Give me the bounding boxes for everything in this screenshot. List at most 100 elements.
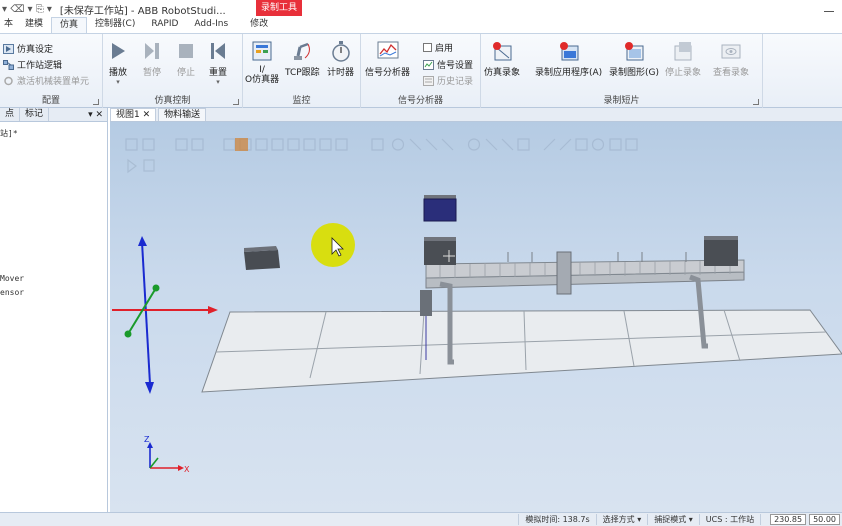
enable-checkbox[interactable]: 启用 bbox=[423, 41, 453, 54]
product-box-end[interactable] bbox=[704, 236, 738, 266]
view-record-button[interactable]: 查看录象 bbox=[713, 40, 749, 78]
panel-tab-paths[interactable]: 点 bbox=[0, 108, 21, 121]
tab-rapid[interactable]: RAPID bbox=[143, 17, 186, 33]
group-label-config: 配置 bbox=[41, 96, 60, 106]
group-record: 仿真录象 录制应用程序(A) 录制图形(G) 停止录象 查看录象 录制短片 bbox=[481, 34, 763, 108]
snap-mode[interactable]: 捕捉模式 ▾ bbox=[647, 514, 699, 525]
layout-panel-header: 点 标记 ▾ ✕ bbox=[0, 108, 107, 122]
film-record-icon bbox=[493, 42, 512, 61]
ribbon-tabs: 本 建模 仿真 控制器(C) RAPID Add-Ins 修改 bbox=[0, 17, 842, 34]
stop-record-icon bbox=[674, 42, 692, 61]
coordinate-x: 230.85 bbox=[770, 514, 807, 525]
station-logic-button[interactable]: 工作站逻辑 bbox=[3, 58, 62, 71]
tree-item-station[interactable]: 站]* bbox=[0, 128, 18, 139]
stopwatch-icon bbox=[331, 41, 350, 62]
pause-button[interactable]: 暂停 bbox=[141, 40, 163, 78]
stop-record-button[interactable]: 停止录象 bbox=[665, 40, 701, 78]
group-config: 仿真设定 工作站逻辑 激活机械装置单元 配置 bbox=[0, 34, 103, 108]
signal-chart-icon bbox=[377, 41, 398, 59]
tab-modify[interactable]: 修改 bbox=[242, 17, 276, 33]
play-icon bbox=[112, 43, 125, 59]
status-bar: 模拟时间: 138.7s 选择方式 ▾ 捕捉模式 ▾ UCS : 工作站 230… bbox=[0, 512, 842, 526]
coordinate-frame[interactable] bbox=[112, 236, 218, 394]
3d-viewport: 视图1 ✕ 物料输送 Z X bbox=[110, 108, 842, 512]
reset-icon bbox=[211, 43, 225, 59]
group-signal-analyzer: 信号分析器 启用 信号设置 历史记录 信号分析器 bbox=[361, 34, 481, 108]
product-box-start[interactable] bbox=[424, 237, 456, 265]
station-logic-icon bbox=[3, 59, 14, 70]
signal-analyzer-button[interactable]: 信号分析器 bbox=[365, 40, 410, 78]
robot-arm-icon bbox=[294, 42, 311, 60]
group-label-monitor: 监控 bbox=[292, 96, 311, 106]
sim-record-button[interactable]: 仿真录象 bbox=[484, 40, 520, 78]
scene-graphics[interactable]: Z X bbox=[110, 122, 842, 512]
world-axes-indicator: Z X bbox=[144, 435, 190, 474]
reset-button[interactable]: 重置 ▾ bbox=[207, 40, 229, 86]
tcp-trace-button[interactable]: TCP跟踪 bbox=[285, 40, 320, 78]
close-icon[interactable]: ✕ bbox=[143, 110, 151, 120]
sim-control-dialog-launcher[interactable] bbox=[233, 99, 239, 105]
tree-item-sensor[interactable]: ensor bbox=[0, 288, 24, 297]
tree-item-mover[interactable]: Mover bbox=[0, 274, 24, 283]
group-label-record: 录制短片 bbox=[603, 96, 640, 106]
selection-mode[interactable]: 选择方式 ▾ bbox=[595, 514, 648, 525]
tab-view1[interactable]: 视图1 ✕ bbox=[110, 108, 157, 121]
ribbon: 仿真设定 工作站逻辑 激活机械装置单元 配置 播放 ▾ 暂停 停止 重置 ▾ 仿… bbox=[0, 34, 842, 108]
record-dialog-launcher[interactable] bbox=[753, 99, 759, 105]
group-sim-control: 播放 ▾ 暂停 停止 重置 ▾ 仿真控制 bbox=[103, 34, 243, 108]
history-button[interactable]: 历史记录 bbox=[423, 74, 473, 87]
timer-button[interactable]: 计时器 bbox=[327, 40, 354, 78]
sim-setup-button[interactable]: 仿真设定 bbox=[3, 42, 53, 55]
ucs-indicator[interactable]: UCS : 工作站 bbox=[698, 514, 760, 525]
stop-icon bbox=[179, 44, 193, 58]
view-record-icon bbox=[721, 44, 741, 59]
3d-scene[interactable]: Z X bbox=[110, 122, 842, 512]
config-dialog-launcher[interactable] bbox=[93, 99, 99, 105]
io-simulator-button[interactable]: I/ O仿真器 bbox=[245, 40, 279, 85]
tab-modeling[interactable]: 建模 bbox=[17, 17, 51, 33]
title-bar: ▾ ⌫ ▾ ⎘ ▾ [未保存工作站] - ABB RobotStudi... bbox=[0, 0, 842, 18]
panel-pin-close-icon[interactable]: ▾ ✕ bbox=[88, 110, 103, 120]
tab-controller[interactable]: 控制器(C) bbox=[87, 17, 143, 33]
product-box-left[interactable] bbox=[244, 246, 280, 270]
app-record-icon bbox=[559, 42, 579, 61]
tab-addins[interactable]: Add-Ins bbox=[186, 17, 236, 33]
record-graphic-button[interactable]: 录制图形(G) bbox=[609, 40, 659, 78]
activate-mechanism-unit-button[interactable]: 激活机械装置单元 bbox=[3, 74, 89, 87]
gear-icon bbox=[4, 76, 13, 85]
tab-home[interactable]: 本 bbox=[0, 17, 17, 33]
axis-z-label: Z bbox=[144, 435, 150, 444]
contextual-tab-recording-tools[interactable]: 录制工具 bbox=[256, 0, 302, 16]
tab-material-transport[interactable]: 物料输送 bbox=[158, 108, 207, 121]
signal-settings-icon bbox=[423, 59, 434, 70]
group-label-sim-control: 仿真控制 bbox=[154, 96, 191, 106]
io-simulator-icon bbox=[252, 41, 272, 61]
tab-simulation[interactable]: 仿真 bbox=[51, 17, 88, 33]
checkbox-icon bbox=[423, 43, 432, 52]
sim-setup-icon bbox=[3, 43, 14, 54]
play-button[interactable]: 播放 ▾ bbox=[107, 40, 129, 86]
signal-settings-button[interactable]: 信号设置 bbox=[423, 58, 473, 71]
layout-panel: 点 标记 ▾ ✕ 站]* Mover ensor bbox=[0, 108, 108, 526]
record-application-button[interactable]: 录制应用程序(A) bbox=[535, 40, 602, 78]
reset-dropdown-icon[interactable]: ▾ bbox=[216, 78, 220, 86]
play-dropdown-icon[interactable]: ▾ bbox=[116, 78, 120, 86]
panel-tab-tags[interactable]: 标记 bbox=[20, 108, 50, 121]
axis-x-label: X bbox=[184, 465, 190, 474]
pause-icon bbox=[145, 43, 159, 59]
group-monitor: I/ O仿真器 TCP跟踪 计时器 监控 bbox=[243, 34, 361, 108]
viewport-tabs: 视图1 ✕ 物料输送 bbox=[110, 108, 842, 122]
coordinate-y: 50.00 bbox=[809, 514, 840, 525]
sim-time: 模拟时间: 138.7s bbox=[518, 514, 595, 525]
stop-button[interactable]: 停止 bbox=[175, 40, 197, 78]
product-box-top[interactable] bbox=[423, 195, 457, 222]
graphic-record-icon bbox=[625, 42, 644, 61]
window-title: [未保存工作站] - ABB RobotStudi... bbox=[59, 5, 226, 17]
minimize-icon[interactable] bbox=[824, 2, 834, 12]
viewport-toolbar[interactable] bbox=[125, 138, 638, 174]
quick-access-toolbar[interactable]: ▾ ⌫ ▾ ⎘ ▾ bbox=[2, 4, 52, 15]
history-icon bbox=[423, 75, 434, 86]
group-label-signal-analyzer: 信号分析器 bbox=[397, 96, 443, 106]
floor-grid bbox=[201, 309, 842, 393]
active-toolbar-icon[interactable] bbox=[235, 138, 248, 151]
